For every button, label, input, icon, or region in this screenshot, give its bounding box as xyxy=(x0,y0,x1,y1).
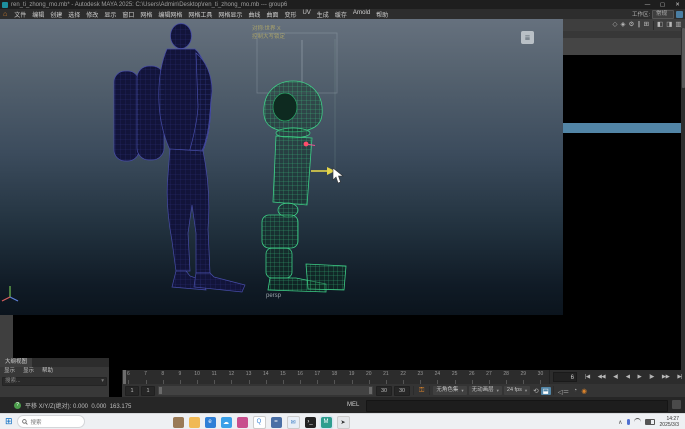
menu-帮助[interactable]: 帮助 xyxy=(373,10,391,19)
range-bar[interactable] xyxy=(158,386,373,395)
playback-button[interactable]: ▶▶ xyxy=(662,374,669,380)
prefs-icon[interactable]: ◉ xyxy=(579,387,589,395)
search-icon xyxy=(22,419,28,425)
workspace-dropdown[interactable]: 常规 xyxy=(652,10,674,19)
view-axis-gizmo xyxy=(2,286,18,301)
menu-缓存[interactable]: 缓存 xyxy=(332,10,350,19)
current-time-marker[interactable] xyxy=(123,370,126,384)
widgets-icon[interactable] xyxy=(173,417,184,428)
playback-button[interactable]: |▶ xyxy=(649,374,654,380)
playback-end-field[interactable]: 30 xyxy=(376,386,392,396)
menu-编辑网格[interactable]: 编辑网格 xyxy=(155,10,185,19)
system-tray: ∧ 14:27 2025/3/3 xyxy=(616,414,683,429)
maya-app-icon[interactable]: M xyxy=(321,417,332,428)
playback-button[interactable]: ▶| xyxy=(677,374,682,380)
auto-key-icon[interactable]: ⬓ xyxy=(541,387,551,395)
microphone-icon[interactable] xyxy=(627,419,630,425)
help-line-text: 平移 X/Y/Z(绝对): 0.000 0.000 163.175 xyxy=(25,401,131,410)
human-wireframe-model[interactable] xyxy=(114,24,245,293)
windows-taskbar: ⊞ 搜索 e ☁ Q = ✉ ›_ M ➤ ∧ 14:27 2025/3/3 xyxy=(0,413,685,429)
menu-曲线[interactable]: 曲线 xyxy=(245,10,263,19)
menu-网格显示[interactable]: 网格显示 xyxy=(215,10,245,19)
workspace-pin-icon[interactable] xyxy=(676,11,683,18)
mouse-cursor xyxy=(333,168,343,183)
scene-canvas xyxy=(0,19,563,315)
battery-icon[interactable] xyxy=(645,419,655,426)
viewport-scene[interactable]: 对称:世界 X控制大写锁定 persp ≣ xyxy=(0,19,563,315)
character-set-dropdown[interactable]: 无角色集▾ xyxy=(433,386,466,395)
menu-显示[interactable]: 显示 xyxy=(101,10,119,19)
audio-icon[interactable]: ◁＝ xyxy=(556,386,572,396)
mail-icon[interactable]: ✉ xyxy=(287,416,300,429)
playback-button[interactable]: ◀| xyxy=(613,374,618,380)
current-frame-field[interactable]: 6 xyxy=(553,372,577,382)
menu-生成[interactable]: 生成 xyxy=(314,10,332,19)
pointer-app-icon[interactable]: ➤ xyxy=(337,416,350,429)
anim-end-field[interactable]: 30 xyxy=(394,386,410,396)
playback-controls: |◀ ◀◀ ◀| ◀ ▶ |▶ ▶▶ ▶| xyxy=(582,370,685,384)
selected-green-mesh[interactable] xyxy=(262,81,346,292)
anim-layer-dropdown[interactable]: 无动画层▾ xyxy=(469,386,502,395)
menu-变形[interactable]: 变形 xyxy=(281,10,299,19)
outliner-scrollbar[interactable] xyxy=(681,28,685,429)
mel-label[interactable]: MEL xyxy=(347,402,359,408)
workspace-label: 工作区: xyxy=(632,10,650,18)
home-icon[interactable]: ⌂ xyxy=(3,11,7,18)
menu-创建[interactable]: 创建 xyxy=(47,10,65,19)
range-slider: 1 1 30 30 ⚿ 无角色集▾ 无动画层▾ 24 fps▾ ⟲ ⬓ ◁＝ ◔… xyxy=(122,384,685,397)
menu-Arnold[interactable]: Arnold xyxy=(350,10,373,19)
menu-选择[interactable]: 选择 xyxy=(65,10,83,19)
terminal-icon[interactable]: ›_ xyxy=(305,417,316,428)
maya-logo-icon xyxy=(2,2,8,8)
taskbar-search-input[interactable]: 搜索 xyxy=(17,415,85,428)
tray-chevron-icon[interactable]: ∧ xyxy=(618,419,622,426)
playback-button[interactable]: ◀ xyxy=(626,374,630,380)
menu-窗口[interactable]: 窗口 xyxy=(119,10,137,19)
close-button[interactable]: ✕ xyxy=(670,2,685,8)
viewport-hud-message: 对称:世界 X控制大写锁定 xyxy=(252,25,285,41)
playback-start-field[interactable]: 1 xyxy=(141,386,155,396)
anim-start-field[interactable]: 1 xyxy=(125,386,139,396)
mel-input-field[interactable] xyxy=(366,400,668,412)
calculator-icon[interactable]: = xyxy=(271,417,282,428)
menu-网格[interactable]: 网格 xyxy=(137,10,155,19)
fps-dropdown[interactable]: 24 fps▾ xyxy=(504,386,530,395)
playback-button[interactable]: |◀ xyxy=(585,374,590,380)
menu-文件[interactable]: 文件 xyxy=(11,10,29,19)
search-app-icon[interactable]: Q xyxy=(253,416,266,429)
menu-bar: ⌂ 文件编辑创建选择修改显示窗口网格编辑网格网格工具网格显示曲线曲面变形UV生成… xyxy=(0,9,685,19)
viewport-note-icon[interactable]: ≣ xyxy=(521,31,534,44)
playback-button[interactable]: ▶ xyxy=(637,374,641,380)
camera-name-label: persp xyxy=(266,293,281,299)
wifi-icon[interactable] xyxy=(634,418,641,426)
store-icon[interactable] xyxy=(237,417,248,428)
menu-曲面[interactable]: 曲面 xyxy=(263,10,281,19)
file-explorer-icon[interactable] xyxy=(189,417,200,428)
taskbar-clock[interactable]: 14:27 2025/3/3 xyxy=(660,416,679,428)
menu-编辑[interactable]: 编辑 xyxy=(29,10,47,19)
menu-UV[interactable]: UV xyxy=(299,10,313,19)
menu-修改[interactable]: 修改 xyxy=(83,10,101,19)
edge-icon[interactable]: e xyxy=(205,417,216,428)
maximize-button[interactable]: ▢ xyxy=(655,2,670,8)
playback-button[interactable]: ◀◀ xyxy=(598,374,605,380)
time-slider[interactable]: 6789101112131415161718192021222324252627… xyxy=(122,370,685,384)
minimize-button[interactable]: — xyxy=(640,2,655,8)
start-button[interactable]: ⊞ xyxy=(5,416,13,427)
title-bar: ren_ti_zhong_mo.mb* - Autodesk MAYA 2025… xyxy=(0,0,685,9)
script-editor-icon[interactable] xyxy=(672,400,681,409)
window-title: ren_ti_zhong_mo.mb* - Autodesk MAYA 2025… xyxy=(11,2,287,8)
menu-网格工具[interactable]: 网格工具 xyxy=(185,10,215,19)
command-line: ? 平移 X/Y/Z(绝对): 0.000 0.000 163.175 MEL xyxy=(0,397,685,413)
help-icon: ? xyxy=(14,402,21,409)
set-key-icon[interactable]: ⚿ xyxy=(419,387,424,395)
maya-window: ren_ti_zhong_mo.mb* - Autodesk MAYA 2025… xyxy=(0,0,685,429)
loop-icon[interactable]: ⟲ xyxy=(531,387,540,395)
cloud-icon[interactable]: ☁ xyxy=(221,417,232,428)
clock-icon[interactable]: ◔ xyxy=(571,387,579,394)
